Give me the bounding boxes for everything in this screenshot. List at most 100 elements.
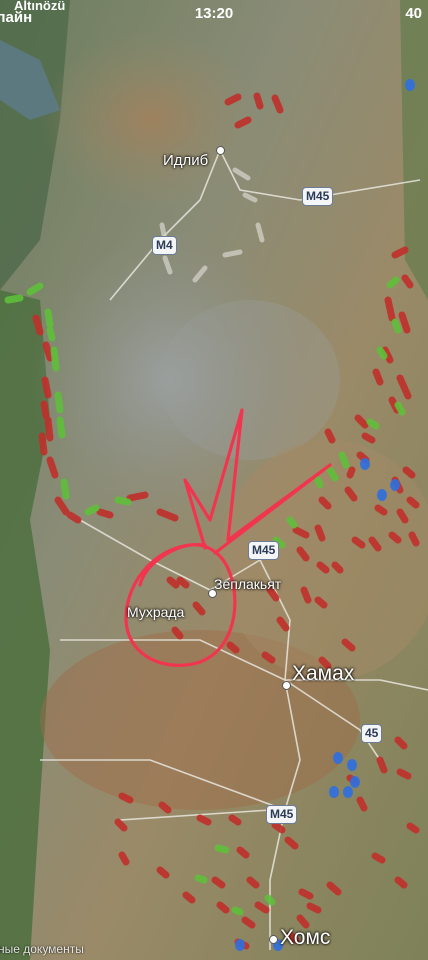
frontline-red-dash <box>402 466 416 479</box>
road-shield-m4[interactable]: M4 <box>152 236 177 255</box>
frontline-red-dash <box>41 376 52 399</box>
frontline-green-dash <box>286 516 298 529</box>
frontline-red-dash <box>96 508 114 519</box>
frontline-red-dash <box>246 876 260 889</box>
city-label-muhrada[interactable]: Мухрада <box>127 604 184 620</box>
frontline-green-dash <box>54 391 64 414</box>
blue-position-marker <box>405 79 415 91</box>
frontline-green-dash <box>194 874 208 884</box>
frontline-red-dash <box>376 756 388 774</box>
frontline-red-dash <box>271 94 284 114</box>
frontline-red-dash <box>316 561 330 574</box>
frontline-green-dash <box>338 451 350 469</box>
frontline-red-dash <box>406 822 420 834</box>
frontline-red-dash <box>372 368 384 386</box>
frontline-green-dash <box>4 294 24 304</box>
frontline-red-dash <box>118 792 134 804</box>
frontline-red-dash <box>211 876 226 889</box>
frontline-red-dash <box>126 491 149 502</box>
frontline-red-dash <box>292 526 310 539</box>
frontline-green-dash <box>386 276 400 289</box>
city-label-idlib[interactable]: Идлиб <box>163 152 208 169</box>
frontline-red-dash <box>271 821 286 834</box>
frontline-red-dash <box>314 596 328 609</box>
road-shield-m45-north[interactable]: M45 <box>302 187 334 206</box>
clock: 13:20 <box>194 5 234 22</box>
frontline-red-dash <box>344 486 358 502</box>
blue-position-marker <box>360 458 370 470</box>
frontline-red-dash <box>368 536 382 552</box>
blue-position-marker <box>377 489 387 501</box>
frontline-green-dash <box>46 326 56 342</box>
blue-position-marker <box>329 786 339 798</box>
blue-position-marker <box>350 776 360 788</box>
frontline-red-dash <box>182 891 196 904</box>
city-label-homs[interactable]: Хомс <box>280 926 330 950</box>
frontline-red-dash <box>300 586 312 604</box>
frontline-green-dash <box>56 416 66 439</box>
frontline-red-dash <box>296 914 310 929</box>
frontline-red-dash <box>306 902 322 914</box>
frontline-red-dash <box>406 496 420 509</box>
blue-position-marker <box>390 479 400 491</box>
frontline-red-dash <box>374 504 388 516</box>
frontline-green-dash <box>214 844 230 854</box>
frontline-red-dash <box>296 546 310 562</box>
frontline-red-dash <box>384 296 396 322</box>
road-shield-m45-south[interactable]: M45 <box>266 805 298 824</box>
city-label-zeplakyat[interactable]: Зеплакьят <box>214 576 281 592</box>
frontline-red-dash <box>324 428 336 444</box>
satellite-map[interactable] <box>0 0 428 960</box>
frontline-red-dash <box>226 641 240 654</box>
frontline-red-dash <box>396 508 409 524</box>
blue-position-marker <box>343 786 353 798</box>
city-label-hama[interactable]: Хамах <box>292 662 354 686</box>
frontline-red-dash <box>234 116 252 129</box>
frontline-green-dash <box>60 478 70 500</box>
frontline-green-dash <box>314 476 324 489</box>
frontline-red-dash <box>318 496 332 510</box>
frontline-red-dash <box>298 888 314 900</box>
frontline-red-dash <box>44 416 54 442</box>
blue-position-marker <box>333 752 343 764</box>
frontline-red-dash <box>156 866 170 879</box>
legal-documents-link[interactable]: ные документы <box>0 942 84 956</box>
frontline-red-dash <box>158 801 172 814</box>
frontline-green-dash <box>394 401 406 416</box>
frontline-red-dash <box>398 311 411 334</box>
frontline-red-dash <box>196 814 212 826</box>
frontline-red-dash <box>176 576 190 589</box>
frontline-green-dash <box>50 346 60 372</box>
frontline-red-dash <box>261 651 276 664</box>
frontline-red-dash <box>42 341 54 362</box>
frontline-red-dash <box>361 432 376 444</box>
frontline-red-dash <box>192 601 206 616</box>
frontline-red-dash <box>276 616 290 632</box>
road-shield-m45-mid[interactable]: M45 <box>248 541 280 560</box>
frontline-green-dash <box>264 894 276 906</box>
frontline-red-dash <box>166 576 180 589</box>
frontline-red-dash <box>284 836 299 850</box>
frontline-red-dash <box>114 818 128 832</box>
frontline-red-dash <box>346 466 356 479</box>
frontline-red-dash <box>236 846 250 859</box>
frontline-red-dash <box>396 768 412 780</box>
frontline-red-dash <box>391 246 409 259</box>
frontline-red-dash <box>216 901 230 914</box>
frontline-red-dash <box>171 626 184 640</box>
frontline-red-dash <box>408 531 420 547</box>
frontline-red-dash <box>253 92 264 110</box>
frontline-green-dash <box>44 308 54 329</box>
city-dot-idlib <box>216 146 225 155</box>
frontline-red-dash <box>371 852 386 864</box>
frontline-red-dash <box>356 796 368 812</box>
frontline-red-dash <box>394 736 408 750</box>
frontline-green-dash <box>376 346 388 360</box>
battery-level: 40 <box>405 5 422 22</box>
blue-position-marker <box>235 939 245 951</box>
frontline-red-dash <box>401 274 414 289</box>
road-shield-45[interactable]: 45 <box>361 724 383 743</box>
frontline-red-dash <box>38 432 48 456</box>
frontline-red-dash <box>388 531 402 544</box>
status-bar: Altınözü лайн 13:20 40 <box>0 0 428 28</box>
